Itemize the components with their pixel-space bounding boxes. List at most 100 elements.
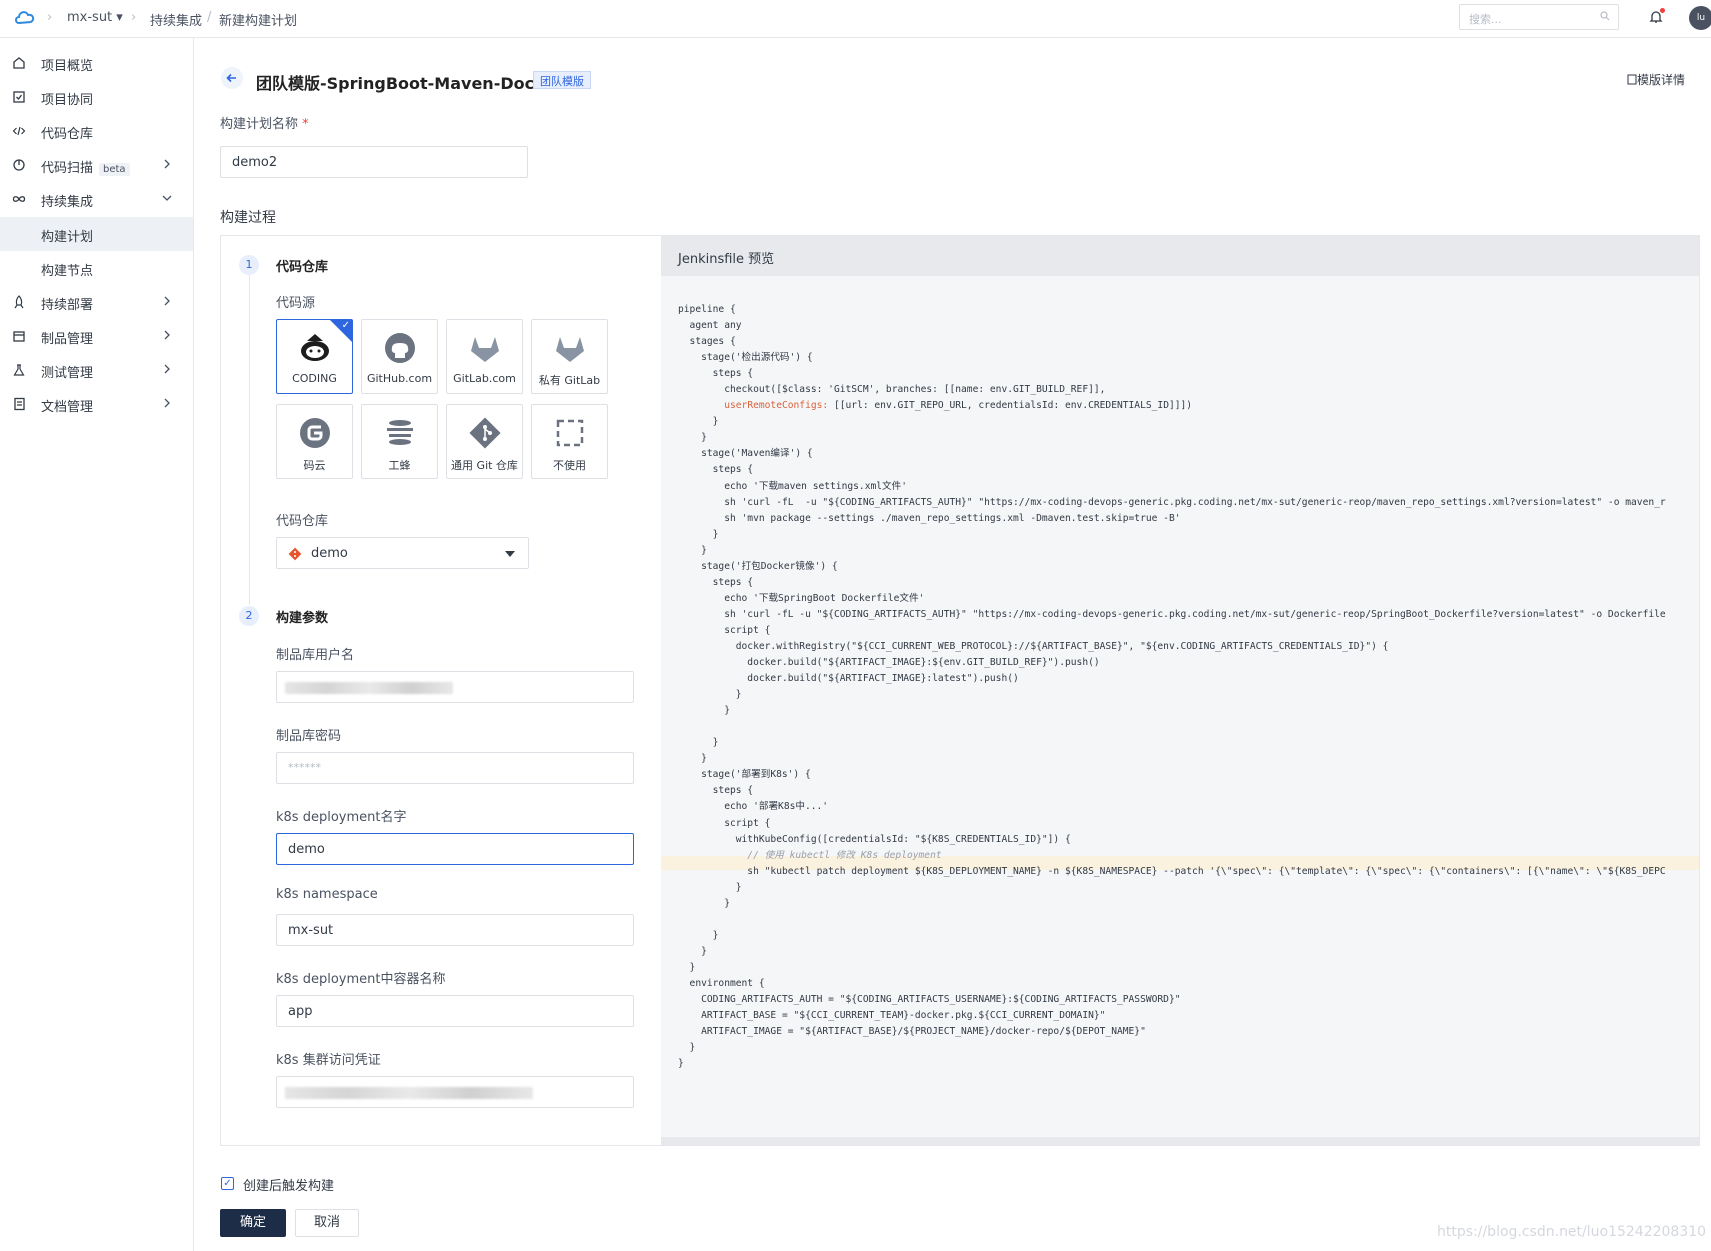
code-line: script { <box>678 624 771 636</box>
k8s-namespace-input[interactable]: mx-sut <box>276 914 634 946</box>
sidebar: 项目概览 项目协同 代码仓库 代码扫描 beta 持续集成 构建计划 构建节点 持… <box>0 38 194 1251</box>
source-option-tgit[interactable]: 工蜂 <box>361 404 438 479</box>
code-line: } <box>678 945 707 957</box>
code-line: stage('部署到K8s') { <box>678 769 811 781</box>
code-line: sh 'mvn package --settings ./maven_repo_… <box>678 512 1181 524</box>
repo-select[interactable]: demo <box>276 537 529 569</box>
code-line: stage('检出源代码') { <box>678 352 813 364</box>
cancel-button[interactable]: 取消 <box>295 1209 359 1237</box>
breadcrumb-separator: › <box>131 10 137 25</box>
sidebar-item-artifacts[interactable]: 制品管理 <box>0 319 193 353</box>
code-line: } <box>678 897 730 909</box>
sidebar-item-docs[interactable]: 文档管理 <box>0 387 193 421</box>
arrow-left-icon <box>226 73 236 83</box>
breadcrumb-separator: / <box>207 10 212 25</box>
horizontal-scrollbar[interactable] <box>661 1137 1699 1145</box>
infinity-icon <box>12 196 26 202</box>
breadcrumb-ci[interactable]: 持续集成 <box>150 10 202 29</box>
project-switcher[interactable]: mx-sut ▾ <box>67 10 123 25</box>
source-option-gitee[interactable]: 码云 <box>276 404 353 479</box>
sidebar-item-overview[interactable]: 项目概览 <box>0 46 193 80</box>
artifact-password-input[interactable]: ****** <box>276 752 634 784</box>
artifact-username-input[interactable] <box>276 671 634 703</box>
template-detail-link[interactable]: 模版详情 <box>1627 71 1685 88</box>
blurred-value <box>285 682 453 694</box>
rocket-icon <box>14 295 24 309</box>
jenkinsfile-preview: Jenkinsfile 预览 pipeline { agent any stag… <box>661 236 1699 1145</box>
jenkinsfile-code[interactable]: pipeline { agent any stages { stage('检出源… <box>678 302 1666 1072</box>
breadcrumb-separator: › <box>47 10 53 25</box>
code-line: withKubeConfig([credentialsId: "${K8S_CR… <box>678 833 1071 845</box>
coding-mascot-icon <box>301 334 329 361</box>
code-line: } <box>678 881 742 893</box>
sidebar-item-ci[interactable]: 持续集成 <box>0 182 193 216</box>
back-button[interactable] <box>221 67 243 89</box>
field-label: 制品库密码 <box>276 729 342 744</box>
trigger-build-checkbox[interactable]: ✓ <box>221 1177 234 1190</box>
source-option-coding[interactable]: CODING ✓ <box>276 319 353 394</box>
avatar[interactable]: lu <box>1689 6 1711 30</box>
repo-label: 代码仓库 <box>276 514 329 529</box>
github-icon <box>385 333 415 363</box>
code-line: echo '下载maven settings.xml文件' <box>678 480 907 492</box>
code-line: steps { <box>678 368 754 380</box>
source-option-gitlab[interactable]: GitLab.com <box>446 319 523 394</box>
source-option-none[interactable]: 不使用 <box>531 404 608 479</box>
sidebar-item-label: 文档管理 <box>41 400 94 415</box>
chevron-right-icon <box>164 296 170 306</box>
notification-dot <box>1660 8 1665 13</box>
step-number: 1 <box>239 255 259 275</box>
home-icon <box>13 57 25 69</box>
source-label-none: 不使用 <box>553 459 586 472</box>
sidebar-item-label: 代码扫描 <box>41 161 94 176</box>
watermark: https://blog.csdn.net/luo15242208310 <box>1437 1224 1707 1240</box>
code-line: environment { <box>678 977 765 989</box>
selected-check-icon: ✓ <box>330 320 352 342</box>
plan-name-input[interactable]: demo2 <box>220 146 528 178</box>
flask-icon <box>13 364 25 376</box>
step-title-repo: 代码仓库 <box>276 260 329 275</box>
code-line: } <box>678 528 719 540</box>
k8s-deployment-name-input[interactable]: demo <box>276 833 634 865</box>
k8s-credential-select[interactable] <box>276 1076 634 1108</box>
source-option-private-gitlab[interactable]: 私有 GitLab <box>531 319 608 394</box>
search-input[interactable]: 搜索... <box>1459 4 1619 30</box>
sidebar-item-label: 项目概览 <box>41 59 94 74</box>
step-number: 2 <box>239 606 259 626</box>
code-line: } <box>678 1058 684 1070</box>
source-label: 代码源 <box>276 296 316 311</box>
sidebar-item-collab[interactable]: 项目协同 <box>0 80 193 114</box>
code-line: pipeline { <box>678 304 736 315</box>
sidebar-item-cd[interactable]: 持续部署 <box>0 285 193 319</box>
source-label-tgit: 工蜂 <box>388 459 411 472</box>
code-line: agent any <box>678 320 742 332</box>
step-title-params: 构建参数 <box>276 611 329 626</box>
chevron-right-icon <box>164 159 170 169</box>
notification-bell-icon[interactable] <box>1648 8 1665 25</box>
coding-logo-icon[interactable] <box>14 9 36 25</box>
sidebar-item-test[interactable]: 测试管理 <box>0 353 193 387</box>
code-line: } <box>678 432 707 444</box>
sidebar-item-build-plan[interactable]: 构建计划 <box>0 217 193 251</box>
source-option-github[interactable]: GitHub.com <box>361 319 438 394</box>
code-line: } <box>678 1042 696 1054</box>
source-label-generic-git: 通用 Git 仓库 <box>451 459 518 472</box>
code-line: // 使用 kubectl 修改 K8s deployment <box>678 849 942 861</box>
plan-name-label: 构建计划名称 * <box>220 117 309 132</box>
sidebar-item-repo[interactable]: 代码仓库 <box>0 114 193 148</box>
search-icon <box>1600 11 1610 21</box>
confirm-button[interactable]: 确定 <box>220 1209 286 1237</box>
sidebar-item-scan[interactable]: 代码扫描 beta <box>0 148 193 182</box>
sidebar-item-build-node[interactable]: 构建节点 <box>0 251 193 285</box>
private-gitlab-icon <box>556 337 584 362</box>
k8s-container-name-input[interactable]: app <box>276 995 634 1027</box>
code-line: sh 'curl -fL -u "${CODING_ARTIFACTS_AUTH… <box>678 496 1666 508</box>
source-option-generic-git[interactable]: 通用 Git 仓库 <box>446 404 523 479</box>
code-line: } <box>678 416 719 428</box>
top-bar: › mx-sut ▾ › 持续集成 / 新建构建计划 搜索... lu <box>0 0 1711 38</box>
code-line: ARTIFACT_BASE = "${CCI_CURRENT_TEAM}-doc… <box>678 1010 1106 1022</box>
code-line: echo '部署K8s中...' <box>678 801 829 813</box>
caret-down-icon <box>505 551 515 557</box>
